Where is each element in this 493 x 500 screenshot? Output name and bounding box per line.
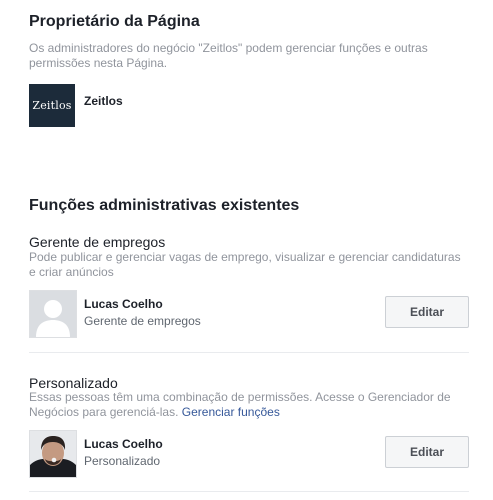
default-avatar-icon <box>30 291 76 337</box>
business-logo[interactable]: Zeitlos <box>29 84 75 127</box>
manage-roles-link[interactable]: Gerenciar funções <box>182 405 280 419</box>
business-logo-text: Zeitlos <box>32 99 72 112</box>
person-name[interactable]: Lucas Coelho <box>84 297 163 311</box>
business-name[interactable]: Zeitlos <box>84 94 123 108</box>
person-name[interactable]: Lucas Coelho <box>84 437 163 451</box>
edit-button[interactable]: Editar <box>385 296 469 328</box>
edit-button[interactable]: Editar <box>385 436 469 468</box>
profile-photo <box>30 431 76 477</box>
avatar[interactable] <box>29 290 77 338</box>
role-title-job-manager: Gerente de empregos <box>29 234 166 250</box>
divider <box>29 491 469 492</box>
person-role: Personalizado <box>84 454 161 468</box>
page-owner-title: Proprietário da Página <box>29 13 200 30</box>
person-role: Gerente de empregos <box>84 314 201 328</box>
divider <box>29 352 469 353</box>
avatar[interactable] <box>29 430 77 478</box>
page-owner-description: Os administradores do negócio "Zeitlos" … <box>29 41 428 70</box>
admin-roles-title: Funções administrativas existentes <box>29 197 300 214</box>
role-description-custom: Essas pessoas têm uma combinação de perm… <box>29 390 469 420</box>
role-description-job-manager: Pode publicar e gerenciar vagas de empre… <box>29 250 461 279</box>
